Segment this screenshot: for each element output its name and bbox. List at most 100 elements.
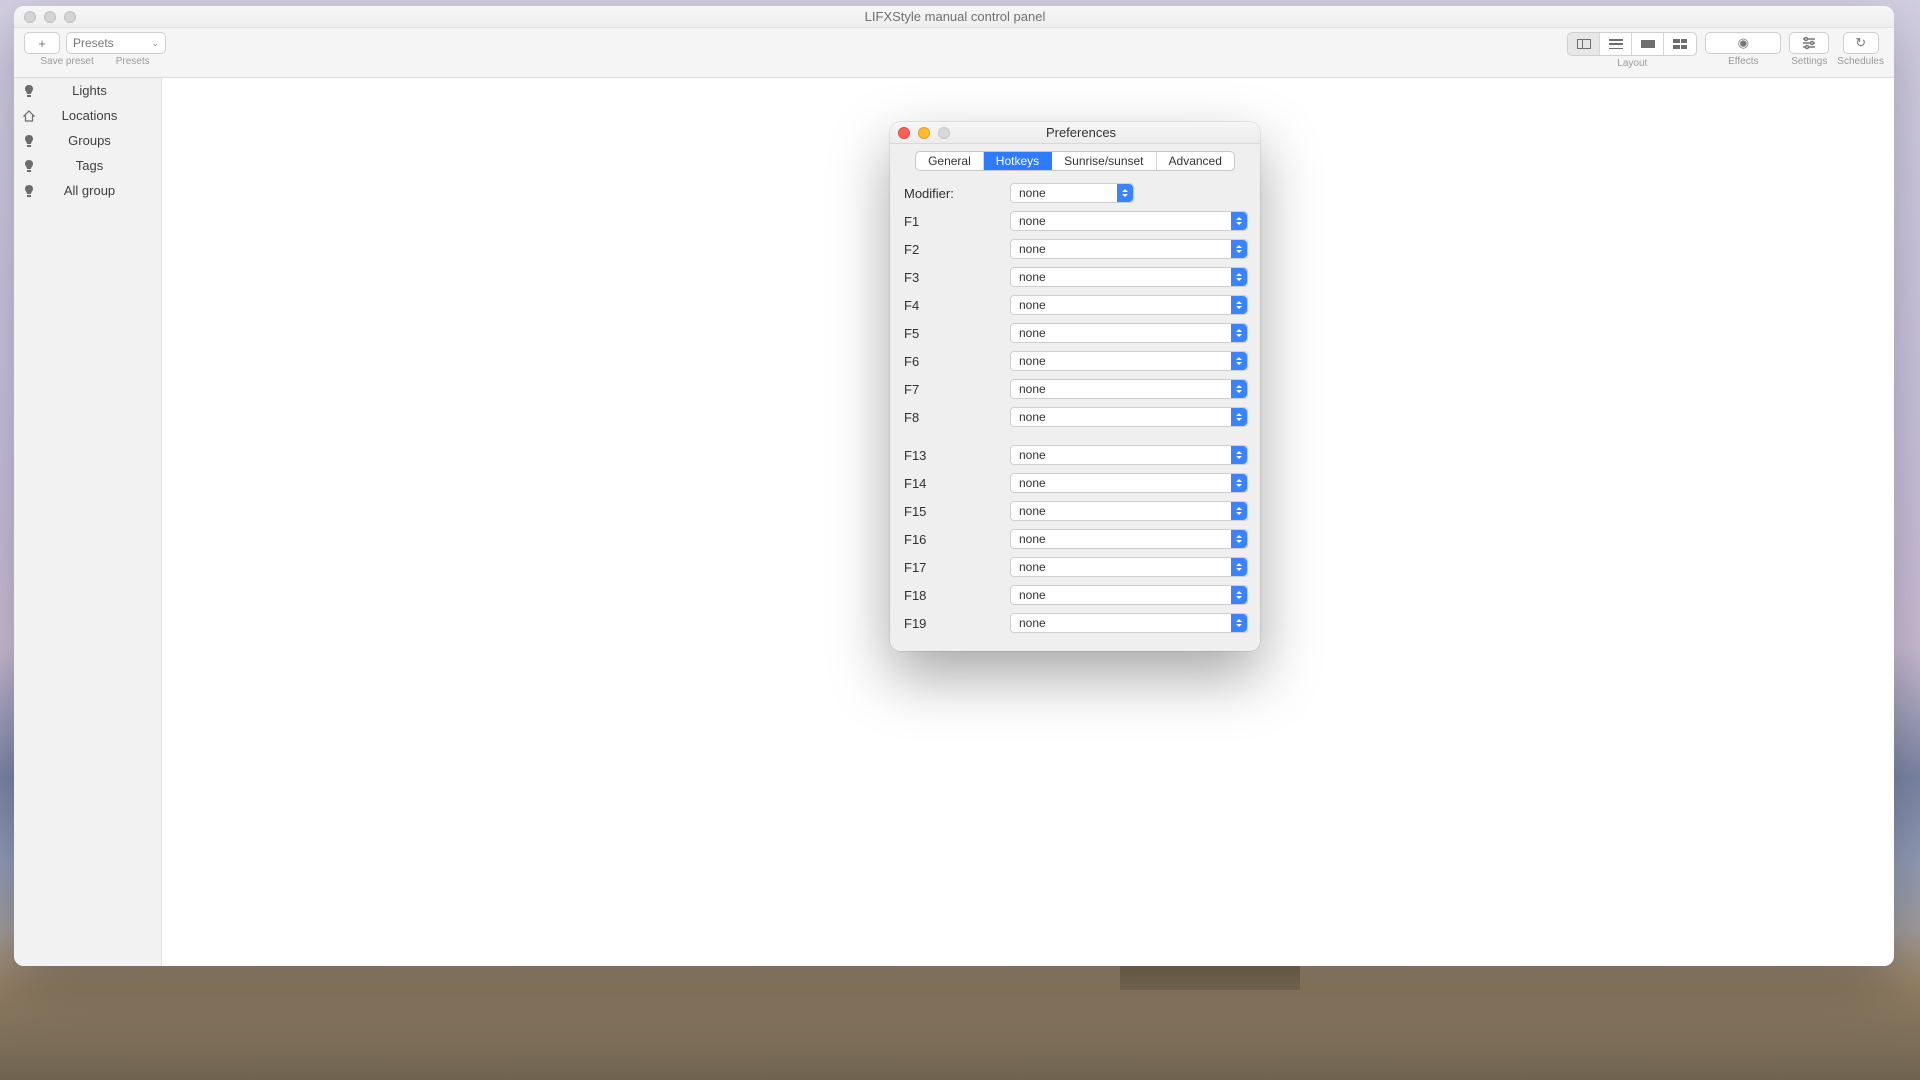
settings-label: Settings: [1791, 56, 1827, 67]
save-preset-label: Save preset: [40, 56, 93, 67]
hotkey-row-f2: F2 none: [902, 235, 1248, 263]
stepper-arrows-icon: [1231, 474, 1247, 492]
list-layout-icon: [1609, 39, 1623, 49]
tab-advanced[interactable]: Advanced: [1157, 152, 1234, 170]
hotkey-popup-f13[interactable]: none: [1010, 445, 1248, 465]
stepper-arrows-icon: [1117, 184, 1133, 202]
hotkey-popup-f5[interactable]: none: [1010, 323, 1248, 343]
layout-sidebar-button[interactable]: [1568, 33, 1600, 55]
sidebar-item-tags[interactable]: Tags: [14, 153, 161, 178]
prefs-title: Preferences: [950, 125, 1252, 140]
hotkey-popup-f2[interactable]: none: [1010, 239, 1248, 259]
window-zoom-button[interactable]: [64, 11, 76, 23]
hotkey-popup-f3[interactable]: none: [1010, 267, 1248, 287]
stepper-arrows-icon: [1231, 296, 1247, 314]
bulb-icon: [22, 134, 36, 148]
hotkey-value: none: [1019, 242, 1046, 256]
window-close-button[interactable]: [24, 11, 36, 23]
hotkey-row-f14: F14none: [902, 469, 1248, 497]
hotkey-value: none: [1019, 448, 1046, 462]
hotkey-row-f13: F13none: [902, 441, 1248, 469]
hotkey-label: F3: [902, 270, 1000, 285]
layout-grid-button[interactable]: [1664, 33, 1696, 55]
stepper-arrows-icon: [1231, 268, 1247, 286]
hotkey-popup-f18[interactable]: none: [1010, 585, 1248, 605]
hotkey-row-f3: F3 none: [902, 263, 1248, 291]
bulb-icon: [22, 84, 36, 98]
presets-dropdown-label: Presets: [73, 36, 114, 50]
sidebar: Lights Locations Groups Tags: [14, 78, 162, 966]
hotkey-row-f7: F7none: [902, 375, 1248, 403]
stepper-arrows-icon: [1231, 558, 1247, 576]
hotkey-row-f1: F1 none: [902, 207, 1248, 235]
prefs-minimize-button[interactable]: [918, 127, 930, 139]
hotkey-label: F18: [902, 588, 1000, 603]
stepper-arrows-icon: [1231, 324, 1247, 342]
sidebar-item-lights[interactable]: Lights: [14, 78, 161, 103]
bulb-icon: [22, 184, 36, 198]
hotkey-row-f8: F8 none: [902, 403, 1248, 431]
prefs-tabs-row: General Hotkeys Sunrise/sunset Advanced: [890, 144, 1260, 179]
schedules-button[interactable]: ↻: [1843, 32, 1879, 54]
tab-general[interactable]: General: [916, 152, 984, 170]
toolbar-presets-group: + Presets ⌄ Save preset Presets: [24, 32, 166, 67]
stepper-arrows-icon: [1231, 586, 1247, 604]
compact-layout-icon: [1641, 40, 1655, 48]
prefs-zoom-button[interactable]: [938, 127, 950, 139]
hotkey-popup-f1[interactable]: none: [1010, 211, 1248, 231]
hotkey-row-f4: F4none: [902, 291, 1248, 319]
sidebar-item-groups[interactable]: Groups: [14, 128, 161, 153]
modifier-popup[interactable]: none: [1010, 183, 1134, 203]
layout-segmented-control: [1567, 32, 1697, 56]
hotkey-value: none: [1019, 410, 1046, 424]
hotkey-label: F6: [902, 354, 1000, 369]
toolbar: + Presets ⌄ Save preset Presets Layout: [14, 28, 1894, 78]
settings-button[interactable]: [1789, 32, 1829, 54]
hotkey-value: none: [1019, 588, 1046, 602]
hotkey-label: F19: [902, 616, 1000, 631]
hotkey-value: none: [1019, 326, 1046, 340]
layout-list-button[interactable]: [1600, 33, 1632, 55]
hotkey-row-f16: F16none: [902, 525, 1248, 553]
tab-hotkeys[interactable]: Hotkeys: [984, 152, 1052, 170]
toolbar-schedules-group: ↻ Schedules: [1837, 32, 1884, 67]
hotkey-label: F17: [902, 560, 1000, 575]
hotkey-popup-f8[interactable]: none: [1010, 407, 1248, 427]
sidebar-item-all-group[interactable]: All group: [14, 178, 161, 203]
hotkeys-form: Modifier: none F1noneF2noneF3noneF4noneF…: [890, 179, 1260, 651]
hotkey-popup-f16[interactable]: none: [1010, 529, 1248, 549]
hotkey-label: F2: [902, 242, 1000, 257]
hotkey-popup-f15[interactable]: none: [1010, 501, 1248, 521]
prefs-close-button[interactable]: [898, 127, 910, 139]
stepper-arrows-icon: [1231, 380, 1247, 398]
add-preset-button[interactable]: +: [24, 32, 60, 54]
window-minimize-button[interactable]: [44, 11, 56, 23]
hotkey-value: none: [1019, 504, 1046, 518]
stepper-arrows-icon: [1231, 212, 1247, 230]
hotkey-popup-f14[interactable]: none: [1010, 473, 1248, 493]
window-titlebar: LIFXStyle manual control panel: [14, 6, 1894, 28]
sidebar-item-label: All group: [44, 183, 153, 198]
effects-button[interactable]: ◉: [1705, 32, 1781, 54]
prefs-tabs: General Hotkeys Sunrise/sunset Advanced: [915, 151, 1235, 171]
hotkey-value: none: [1019, 270, 1046, 284]
hotkey-popup-f19[interactable]: none: [1010, 613, 1248, 633]
hotkey-value: none: [1019, 476, 1046, 490]
tab-sunrise-sunset[interactable]: Sunrise/sunset: [1052, 152, 1156, 170]
bulb-icon: [22, 159, 36, 173]
stepper-arrows-icon: [1231, 352, 1247, 370]
hotkey-popup-f4[interactable]: none: [1010, 295, 1248, 315]
hotkey-popup-f7[interactable]: none: [1010, 379, 1248, 399]
prefs-window-controls: [898, 127, 950, 139]
hotkey-row-f6: F6 none: [902, 347, 1248, 375]
sidebar-item-label: Groups: [44, 133, 153, 148]
layout-compact-button[interactable]: [1632, 33, 1664, 55]
hotkey-label: F8: [902, 410, 1000, 425]
hotkey-popup-f6[interactable]: none: [1010, 351, 1248, 371]
sidebar-item-locations[interactable]: Locations: [14, 103, 161, 128]
schedules-label: Schedules: [1837, 56, 1884, 67]
presets-dropdown[interactable]: Presets ⌄: [66, 32, 166, 54]
hotkey-label: F1: [902, 214, 1000, 229]
hotkey-popup-f17[interactable]: none: [1010, 557, 1248, 577]
sidebar-item-label: Tags: [44, 158, 153, 173]
